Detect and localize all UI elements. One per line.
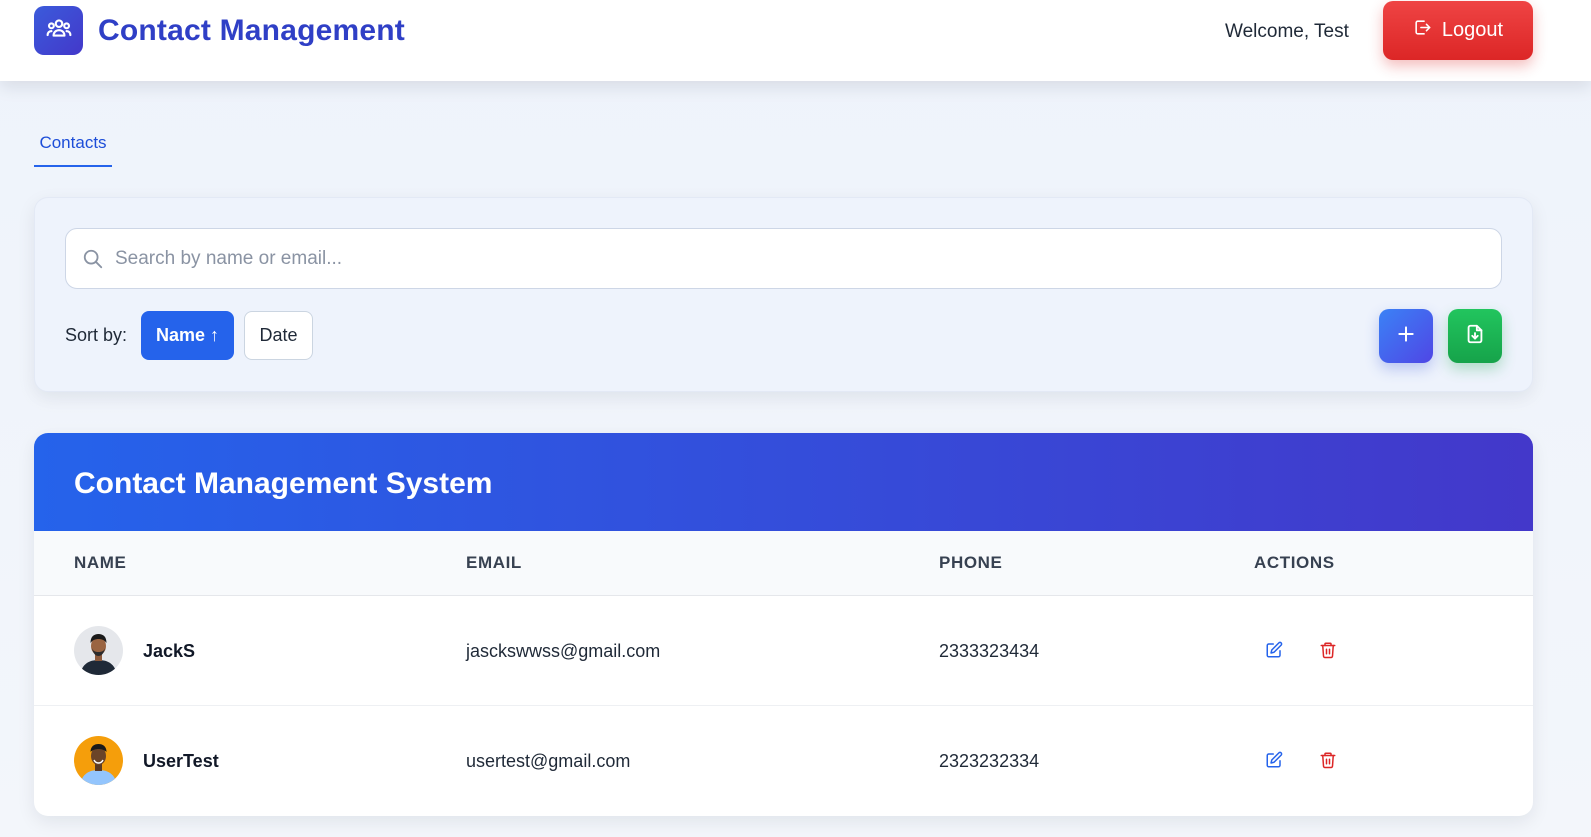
contact-name: JackS	[143, 641, 196, 661]
tab-contacts[interactable]: Contacts	[34, 133, 112, 167]
search-icon	[82, 248, 104, 275]
plus-icon	[1396, 324, 1416, 349]
logout-label: Logout	[1441, 19, 1504, 41]
edit-icon[interactable]	[1264, 640, 1284, 660]
search-box	[65, 228, 1502, 289]
contact-email: usertest@gmail.com	[466, 751, 631, 771]
trash-icon[interactable]	[1318, 640, 1338, 660]
welcome-text: Welcome, Test	[1225, 21, 1349, 42]
search-input[interactable]	[115, 229, 1485, 288]
contact-phone: 2333323434	[939, 641, 1040, 661]
column-header-actions: ACTIONS	[1254, 553, 1335, 572]
column-header-email: EMAIL	[466, 553, 522, 572]
users-group-icon	[46, 15, 72, 46]
contact-email: jasckswwss@gmail.com	[466, 641, 661, 661]
column-header-phone: PHONE	[939, 553, 1003, 572]
table-row: JackS jasckswwss@gmail.com 2333323434	[34, 596, 1533, 706]
top-bar: Contact Management Welcome, Test Logout	[0, 0, 1591, 81]
sort-by-date-button[interactable]: Date	[244, 311, 313, 360]
table-header-row: NAME EMAIL PHONE ACTIONS	[34, 531, 1533, 596]
edit-icon[interactable]	[1264, 750, 1284, 770]
export-contacts-button[interactable]	[1448, 309, 1502, 363]
trash-icon[interactable]	[1318, 750, 1338, 770]
logout-icon	[1413, 18, 1432, 43]
add-contact-button[interactable]	[1379, 309, 1433, 363]
table-card-header: Contact Management System	[34, 433, 1533, 531]
contact-name: UserTest	[143, 751, 219, 771]
avatar	[74, 626, 123, 675]
avatar	[74, 736, 123, 785]
app-title: Contact Management	[98, 14, 405, 47]
column-header-name: NAME	[74, 553, 127, 572]
file-download-icon	[1464, 323, 1486, 350]
sort-by-name-button[interactable]: Name ↑	[141, 311, 234, 360]
logout-button[interactable]: Logout	[1383, 1, 1533, 60]
table-row: UserTest usertest@gmail.com 2323232334	[34, 706, 1533, 816]
sort-label: Sort by:	[65, 325, 128, 345]
contact-phone: 2323232334	[939, 751, 1040, 771]
filter-panel: Sort by: Name ↑ Date	[34, 197, 1533, 392]
contacts-table-card: Contact Management System NAME EMAIL PHO…	[34, 433, 1533, 816]
table-title: Contact Management System	[74, 467, 493, 500]
app-logo	[34, 6, 83, 55]
